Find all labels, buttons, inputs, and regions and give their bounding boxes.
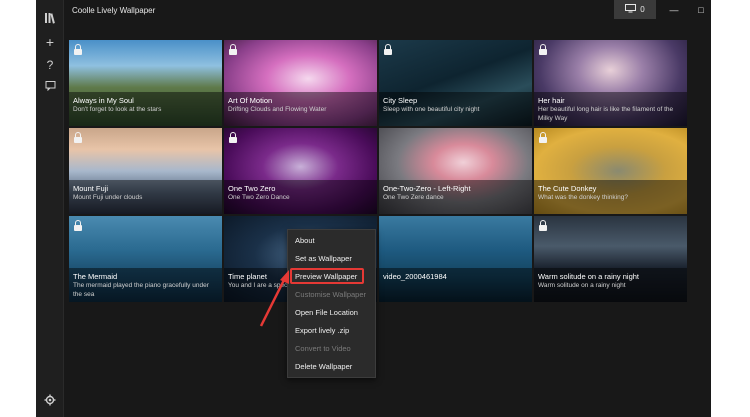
tile-description: What was the donkey thinking? xyxy=(538,194,628,201)
tile-caption: One-Two-Zero - Left-Right One Two Zere d… xyxy=(379,180,532,214)
wallpaper-tile[interactable]: One-Two-Zero - Left-Right One Two Zere d… xyxy=(379,128,532,214)
wallpaper-tile[interactable]: The Cute Donkey What was the donkey thin… xyxy=(534,128,687,214)
lock-icon xyxy=(538,132,548,143)
tile-title: One Two Zero xyxy=(228,184,276,193)
title-bar: Coolle Lively Wallpaper 0 — □ ✕ xyxy=(64,0,711,22)
tile-description: Mount Fuji under clouds xyxy=(73,194,143,201)
tile-title: The Mermaid xyxy=(73,272,118,281)
pointer-arrow-icon xyxy=(259,270,289,327)
tile-title: One-Two-Zero - Left-Right xyxy=(383,184,471,193)
tile-title: The Cute Donkey xyxy=(538,184,597,193)
tile-caption: The Mermaid The mermaid played the piano… xyxy=(69,268,222,302)
lock-icon xyxy=(73,220,83,231)
settings-icon[interactable] xyxy=(43,394,57,408)
screen-count: 0 xyxy=(640,5,645,14)
tile-title: City Sleep xyxy=(383,96,418,105)
lock-icon xyxy=(538,220,548,231)
feedback-icon[interactable] xyxy=(43,80,57,94)
wallpaper-tile[interactable]: Art Of Motion Drifting Clouds and Flowin… xyxy=(224,40,377,126)
tile-description: Don't forget to look at the stars xyxy=(73,106,162,113)
monitor-icon xyxy=(625,4,637,15)
tile-title: Warm solitude on a rainy night xyxy=(538,272,640,281)
tile-description: Drifting Clouds and Flowing Water xyxy=(228,106,327,113)
menu-item-open-file-location[interactable]: Open File Location xyxy=(288,304,375,322)
tile-description: Sleep with one beautiful city night xyxy=(383,106,480,113)
tile-title: Mount Fuji xyxy=(73,184,109,193)
tile-title: Art Of Motion xyxy=(228,96,273,105)
sidebar: + ? xyxy=(36,0,64,417)
tile-caption: video_2000461984 xyxy=(379,268,532,302)
wallpaper-tile[interactable]: Always in My Soul Don't forget to look a… xyxy=(69,40,222,126)
tile-caption: Mount Fuji Mount Fuji under clouds xyxy=(69,180,222,214)
menu-item-convert-to-video: Convert to Video xyxy=(295,344,351,353)
tile-description: The mermaid played the piano gracefully … xyxy=(73,282,209,298)
menu-item-export-zip[interactable]: Export lively .zip xyxy=(288,322,375,340)
wallpaper-tile[interactable]: The Mermaid The mermaid played the piano… xyxy=(69,216,222,302)
screen-selector-button[interactable]: 0 xyxy=(614,0,656,19)
wallpaper-tile[interactable]: Her hair Her beautiful long hair is like… xyxy=(534,40,687,126)
tile-description: One Two Zero Dance xyxy=(228,194,290,201)
tile-caption: Art Of Motion Drifting Clouds and Flowin… xyxy=(224,92,377,126)
wallpaper-tile[interactable]: City Sleep Sleep with one beautiful city… xyxy=(379,40,532,126)
lock-icon xyxy=(73,132,83,143)
tile-caption: Warm solitude on a rainy night Warm soli… xyxy=(534,268,687,302)
tile-caption: Her hair Her beautiful long hair is like… xyxy=(534,92,687,126)
tile-title: Always in My Soul xyxy=(73,96,134,105)
menu-item-customise-wallpaper: Customise Wallpaper xyxy=(295,290,366,299)
tile-caption: One Two Zero One Two Zero Dance xyxy=(224,180,377,214)
menu-item-about[interactable]: About xyxy=(288,232,375,250)
wallpaper-tile[interactable]: Warm solitude on a rainy night Warm soli… xyxy=(534,216,687,302)
minimize-button[interactable]: — xyxy=(667,3,681,17)
app-title: Coolle Lively Wallpaper xyxy=(72,6,156,15)
tile-caption: Always in My Soul Don't forget to look a… xyxy=(69,92,222,126)
help-icon[interactable]: ? xyxy=(43,58,57,72)
menu-item-delete-wallpaper[interactable]: Delete Wallpaper xyxy=(288,358,375,376)
context-menu: About Set as Wallpaper Preview Wallpaper… xyxy=(287,229,376,378)
tile-description: Warm solitude on a rainy night xyxy=(538,282,626,289)
lock-icon xyxy=(228,44,238,55)
wallpaper-tile[interactable]: video_2000461984 xyxy=(379,216,532,302)
wallpaper-tile[interactable]: Mount Fuji Mount Fuji under clouds xyxy=(69,128,222,214)
tile-description: One Two Zere dance xyxy=(383,194,444,201)
lock-icon xyxy=(228,132,238,143)
tile-description: Her beautiful long hair is like the fila… xyxy=(538,106,674,122)
tile-title: Her hair xyxy=(538,96,565,105)
lock-icon xyxy=(383,44,393,55)
tile-caption: City Sleep Sleep with one beautiful city… xyxy=(379,92,532,126)
wallpaper-tile[interactable]: One Two Zero One Two Zero Dance xyxy=(224,128,377,214)
library-icon[interactable] xyxy=(43,12,57,26)
add-icon[interactable]: + xyxy=(43,35,57,49)
maximize-button[interactable]: □ xyxy=(694,3,708,17)
menu-item-set-as-wallpaper[interactable]: Set as Wallpaper xyxy=(288,250,375,268)
tile-title: video_2000461984 xyxy=(383,272,447,281)
tile-caption: The Cute Donkey What was the donkey thin… xyxy=(534,180,687,214)
lock-icon xyxy=(73,44,83,55)
lock-icon xyxy=(538,44,548,55)
highlight-box xyxy=(290,268,364,284)
